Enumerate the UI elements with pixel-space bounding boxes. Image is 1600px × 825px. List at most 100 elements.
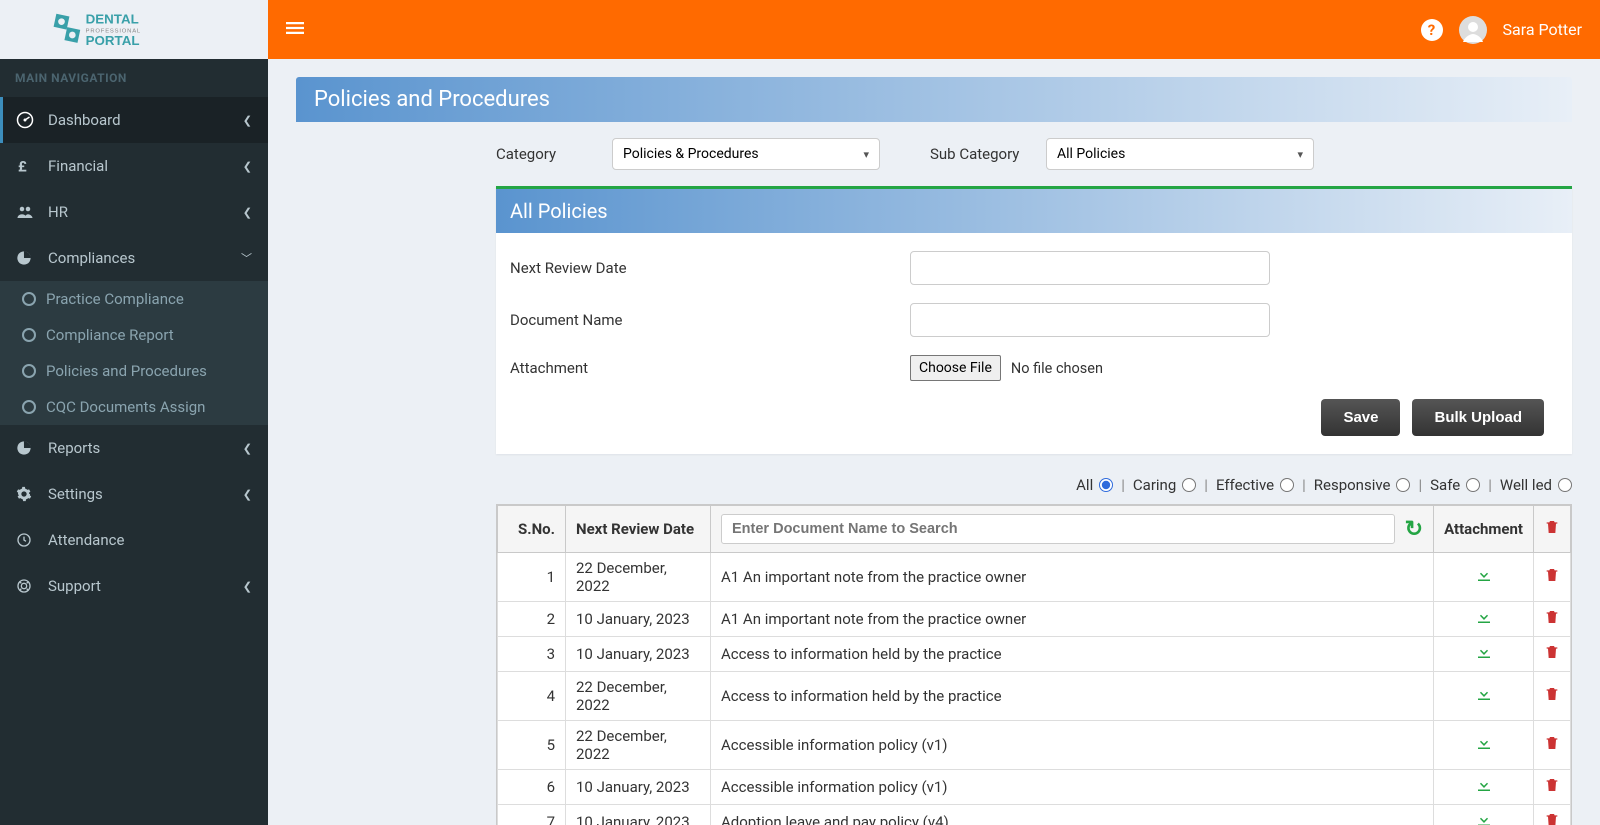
sidebar-subitem-label: Policies and Procedures <box>46 362 207 380</box>
sidebar-subitem-label: CQC Documents Assign <box>46 398 205 416</box>
filter-caring[interactable]: Caring <box>1133 476 1196 494</box>
download-icon[interactable] <box>1475 734 1493 752</box>
download-icon[interactable] <box>1475 776 1493 794</box>
hamburger-icon[interactable] <box>286 19 304 41</box>
document-name-label: Document Name <box>510 311 910 329</box>
trash-icon[interactable] <box>1544 644 1560 660</box>
sidebar-item-label: Dashboard <box>48 111 121 129</box>
download-icon[interactable] <box>1475 811 1493 825</box>
document-name-input[interactable] <box>910 303 1270 337</box>
file-status-text: No file chosen <box>1011 360 1103 377</box>
sidebar-subitem-practice-compliance[interactable]: Practice Compliance <box>0 281 268 317</box>
table-row: 210 January, 2023A1 An important note fr… <box>498 602 1571 637</box>
chevron-down-icon: ▾ <box>1297 148 1303 161</box>
circle-icon <box>22 328 36 342</box>
chevron-down-icon: ﹀ <box>241 250 252 266</box>
trash-icon <box>1544 519 1560 535</box>
download-icon[interactable] <box>1475 685 1493 703</box>
table-row: 122 December, 2022A1 An important note f… <box>498 553 1571 602</box>
sidebar-item-label: Compliances <box>48 249 135 267</box>
table-row: 710 January, 2023Adoption leave and pay … <box>498 805 1571 825</box>
sidebar-item-label: Attendance <box>48 531 124 549</box>
trash-icon[interactable] <box>1544 812 1560 825</box>
topbar: ? Sara Potter <box>268 0 1600 59</box>
refresh-icon[interactable]: ↻ <box>1405 517 1423 542</box>
search-input[interactable] <box>721 514 1395 544</box>
sidebar-item-settings[interactable]: Settings ❮ <box>0 471 268 517</box>
filter-effective[interactable]: Effective <box>1216 476 1294 494</box>
trash-icon[interactable] <box>1544 567 1560 583</box>
filter-all[interactable]: All <box>1076 476 1113 494</box>
sidebar-item-support[interactable]: Support ❮ <box>0 563 268 609</box>
circle-icon <box>22 400 36 414</box>
filters-row: Category Policies & Procedures ▾ Sub Cat… <box>296 122 1572 186</box>
sidebar-subitem-label: Practice Compliance <box>46 290 184 308</box>
filter-safe[interactable]: Safe <box>1430 476 1480 494</box>
sidebar-item-dashboard[interactable]: Dashboard ❮ <box>0 97 268 143</box>
category-label: Category <box>496 145 592 163</box>
sidebar-subitem-policies-and-procedures[interactable]: Policies and Procedures <box>0 353 268 389</box>
table-header-attachment[interactable]: Attachment <box>1434 506 1534 553</box>
logo[interactable]: DENTAL PROFESSIONAL PORTAL <box>0 0 268 59</box>
chevron-left-icon: ❮ <box>243 160 252 173</box>
sidebar-item-label: Settings <box>48 485 103 503</box>
attachment-label: Attachment <box>510 359 910 377</box>
pound-icon: £ <box>16 158 38 174</box>
trash-icon[interactable] <box>1544 686 1560 702</box>
filter-radios: All | Caring | Effective | Responsive | … <box>496 476 1572 494</box>
cell-date: 10 January, 2023 <box>566 770 711 805</box>
sidebar-item-label: Support <box>48 577 101 595</box>
chevron-left-icon: ❮ <box>243 206 252 219</box>
download-icon[interactable] <box>1475 643 1493 661</box>
sidebar-subitem-compliance-report[interactable]: Compliance Report <box>0 317 268 353</box>
sidebar-subitem-cqc-documents-assign[interactable]: CQC Documents Assign <box>0 389 268 425</box>
cell-date: 10 January, 2023 <box>566 805 711 825</box>
table-header-search: ↻ <box>711 506 1434 553</box>
sidebar-item-financial[interactable]: £ Financial ❮ <box>0 143 268 189</box>
trash-icon[interactable] <box>1544 609 1560 625</box>
download-icon[interactable] <box>1475 608 1493 626</box>
sidebar-item-label: Financial <box>48 157 108 175</box>
table-row: 422 December, 2022Access to information … <box>498 672 1571 721</box>
user-name[interactable]: Sara Potter <box>1503 20 1582 39</box>
clock-icon <box>16 532 38 548</box>
cell-sno: 6 <box>498 770 566 805</box>
table-header-review-date[interactable]: Next Review Date <box>566 506 711 553</box>
table-header-sno[interactable]: S.No. <box>498 506 566 553</box>
avatar[interactable] <box>1459 16 1487 44</box>
trash-icon[interactable] <box>1544 777 1560 793</box>
sidebar-item-attendance[interactable]: Attendance <box>0 517 268 563</box>
category-select[interactable]: Policies & Procedures ▾ <box>612 138 880 170</box>
sidebar-item-compliances[interactable]: Compliances ﹀ <box>0 235 268 281</box>
filter-wellled[interactable]: Well led <box>1500 476 1572 494</box>
subcategory-label: Sub Category <box>930 145 1026 163</box>
sidebar-item-reports[interactable]: Reports ❮ <box>0 425 268 471</box>
download-icon[interactable] <box>1475 566 1493 584</box>
sidebar-item-hr[interactable]: HR ❮ <box>0 189 268 235</box>
cell-date: 10 January, 2023 <box>566 637 711 672</box>
cell-sno: 5 <box>498 721 566 770</box>
trash-icon[interactable] <box>1544 735 1560 751</box>
cell-name: Adoption leave and pay policy (v4) <box>711 805 1434 825</box>
svg-text:£: £ <box>18 158 27 174</box>
filter-responsive[interactable]: Responsive <box>1314 476 1411 494</box>
subcategory-select[interactable]: All Policies ▾ <box>1046 138 1314 170</box>
sidebar-subitem-label: Compliance Report <box>46 326 174 344</box>
dashboard-icon <box>16 111 38 129</box>
page-title: Policies and Procedures <box>296 77 1572 122</box>
bulk-upload-button[interactable]: Bulk Upload <box>1412 399 1544 436</box>
cell-name: Access to information held by the practi… <box>711 672 1434 721</box>
subcategory-value: All Policies <box>1057 146 1125 162</box>
cell-sno: 3 <box>498 637 566 672</box>
cell-sno: 1 <box>498 553 566 602</box>
choose-file-button[interactable]: Choose File <box>910 355 1001 381</box>
next-review-date-input[interactable] <box>910 251 1270 285</box>
sidebar-submenu-compliances: Practice Compliance Compliance Report Po… <box>0 281 268 425</box>
cell-sno: 7 <box>498 805 566 825</box>
save-button[interactable]: Save <box>1321 399 1400 436</box>
help-icon[interactable]: ? <box>1421 19 1443 41</box>
cell-date: 22 December, 2022 <box>566 672 711 721</box>
chevron-left-icon: ❮ <box>243 442 252 455</box>
circle-icon <box>22 292 36 306</box>
svg-text:DENTAL: DENTAL <box>86 11 139 26</box>
